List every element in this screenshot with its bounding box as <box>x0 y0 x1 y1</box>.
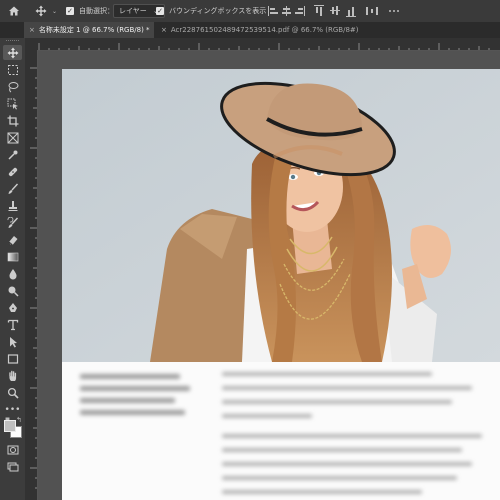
bounding-box-label: バウンディングボックスを表示 <box>169 7 267 15</box>
align-icons-group <box>268 0 418 22</box>
healing-brush-icon[interactable] <box>3 164 22 179</box>
chevron-down-icon[interactable]: ⌄ <box>52 8 57 15</box>
brush-tool-icon[interactable] <box>3 181 22 196</box>
crop-tool-icon[interactable] <box>3 113 22 128</box>
canvas-workspace[interactable] <box>38 51 500 500</box>
close-icon[interactable]: × <box>161 26 167 34</box>
blur-tool-icon[interactable] <box>3 266 22 281</box>
tab-document-1[interactable]: × 名称未設定 1 @ 66.7% (RGB/8) * <box>24 22 154 38</box>
marquee-tool-icon[interactable] <box>3 62 22 77</box>
dodge-tool-icon[interactable] <box>3 283 22 298</box>
foreground-color-swatch[interactable] <box>4 420 16 432</box>
tools-panel: ••• ◼ ↰ <box>0 38 26 500</box>
eraser-tool-icon[interactable] <box>3 232 22 247</box>
blurred-text-block <box>80 372 482 494</box>
gradient-tool-icon[interactable] <box>3 249 22 264</box>
path-select-icon[interactable] <box>3 334 22 349</box>
type-tool-icon[interactable] <box>3 317 22 332</box>
home-icon[interactable] <box>8 0 20 22</box>
options-bar: ⌄ ✓ 自動選択： レイヤー ⌄ ✓ バウンディングボックスを表示 <box>0 0 500 23</box>
horizontal-ruler <box>25 38 500 51</box>
tab-label: Acr228761502489472539514.pdf @ 66.7% (RG… <box>170 26 359 34</box>
move-icon[interactable]: ⌄ <box>35 0 57 22</box>
document-canvas[interactable] <box>62 69 500 500</box>
screen-mode-icon[interactable] <box>3 459 22 474</box>
document-tab-bar: × 名称未設定 1 @ 66.7% (RGB/8) * × Acr2287615… <box>0 22 500 39</box>
close-icon[interactable]: × <box>29 26 35 34</box>
zoom-tool-icon[interactable] <box>3 385 22 400</box>
move-tool-icon[interactable] <box>3 45 22 60</box>
tab-document-2[interactable]: × Acr228761502489472539514.pdf @ 66.7% (… <box>156 22 359 38</box>
clone-stamp-icon[interactable] <box>3 198 22 213</box>
eyedropper-tool-icon[interactable] <box>3 147 22 162</box>
auto-select-target-value: レイヤー <box>119 7 147 15</box>
more-tools-icon[interactable]: ••• <box>3 402 22 417</box>
hand-tool-icon[interactable] <box>3 368 22 383</box>
pen-tool-icon[interactable] <box>3 300 22 315</box>
history-brush-icon[interactable] <box>3 215 22 230</box>
swap-colors-icon[interactable]: ↰ <box>16 416 22 424</box>
quick-mask-icon[interactable] <box>3 442 22 457</box>
lasso-tool-icon[interactable] <box>3 79 22 94</box>
portrait-photo <box>62 69 500 362</box>
auto-select-checkbox[interactable]: ✓ 自動選択： <box>66 0 114 22</box>
rectangle-tool-icon[interactable] <box>3 351 22 366</box>
auto-select-label: 自動選択： <box>79 7 114 15</box>
bounding-box-checkbox[interactable]: ✓ バウンディングボックスを表示 <box>156 0 266 22</box>
checkbox-checked-icon[interactable]: ✓ <box>156 7 164 15</box>
tab-label: 名称未設定 1 @ 66.7% (RGB/8) * <box>38 26 150 34</box>
object-select-tool-icon[interactable] <box>3 96 22 111</box>
panel-grip[interactable] <box>6 40 19 43</box>
checkbox-checked-icon[interactable]: ✓ <box>66 7 74 15</box>
vertical-ruler <box>25 50 38 500</box>
frame-tool-icon[interactable] <box>3 130 22 145</box>
